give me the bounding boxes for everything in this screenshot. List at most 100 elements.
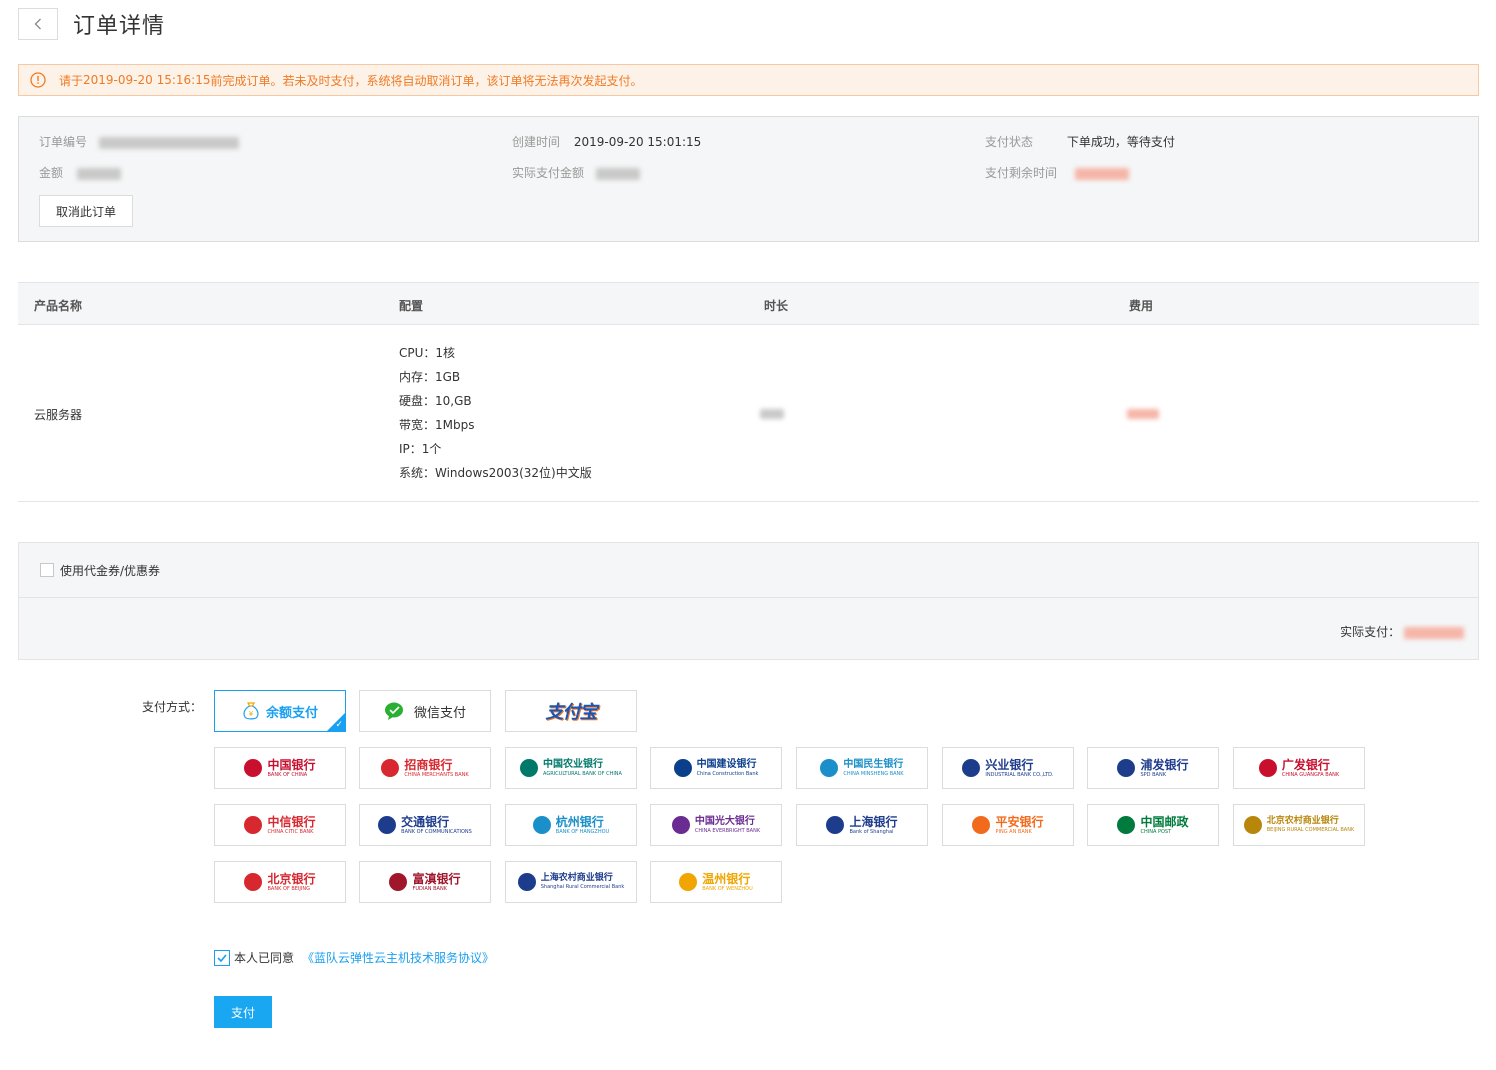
pay-option-alipay[interactable]: 支付宝 [505, 690, 637, 732]
chevron-left-icon [34, 18, 41, 30]
bank-option[interactable]: 温州银行 BANK OF WENZHOU [650, 861, 782, 903]
alert-deadline: 2019-09-20 15:16:15 [83, 73, 211, 87]
bank-name-en: PING AN BANK [995, 828, 1032, 835]
bank-name-en: BANK OF COMMUNICATIONS [401, 828, 472, 835]
bank-logo: 中国银行 BANK OF CHINA [244, 759, 316, 778]
bank-option[interactable]: 中国银行 BANK OF CHINA [214, 747, 346, 789]
bank-name-en: Bank of Shanghai [849, 828, 894, 835]
bank-emblem-icon [244, 873, 263, 891]
remaining-time-value-redacted [1074, 167, 1129, 180]
bank-emblem-icon [1258, 759, 1277, 777]
actual-pay-label: 实际支付： [1340, 625, 1401, 639]
bank-name-en: BANK OF HANGZHOU [555, 828, 610, 835]
product-name-cell: 云服务器 [34, 408, 83, 422]
bank-option[interactable]: 交通银行 BANK OF COMMUNICATIONS [359, 804, 491, 846]
bank-name-cn: 中国光大银行 [694, 815, 755, 827]
agreement-row: 本人已同意 《蓝队云弹性云主机技术服务协议》 [214, 949, 494, 966]
back-button[interactable] [18, 8, 58, 40]
agreement-checkbox[interactable] [214, 949, 230, 966]
bank-logo: 招商银行 CHINA MERCHANTS BANK [381, 759, 469, 778]
checkmark-icon [217, 953, 227, 962]
bank-logo: 中国农业银行 AGRICULTURAL BANK OF CHINA [520, 759, 622, 777]
pay-option-balance[interactable]: ¥ 余额支付 ✓ [214, 690, 346, 732]
bank-option[interactable]: 富滇银行 FUDIAN BANK [359, 861, 491, 903]
bank-emblem-icon [517, 873, 536, 891]
bank-names: 中国光大银行 CHINA EVERBRIGHT BANK [694, 815, 761, 834]
bank-option[interactable]: 中国邮政 CHINA POST [1087, 804, 1219, 846]
alert-prefix: 请于 [59, 73, 84, 88]
duration-value-redacted [760, 408, 784, 419]
bank-emblem-icon [389, 873, 408, 891]
bank-name-en: BANK OF BEIJING [267, 885, 310, 892]
bank-name-en: CHINA MINSHENG BANK [843, 770, 904, 777]
bank-option[interactable]: 杭州银行 BANK OF HANGZHOU [505, 804, 637, 846]
cancel-order-button[interactable]: 取消此订单 [39, 195, 133, 227]
bank-names: 平安银行 PING AN BANK [995, 816, 1043, 835]
coupon-row: 使用代金券/优惠券 [19, 543, 1478, 598]
bank-option[interactable]: 北京农村商业银行 BEIJING RURAL COMMERCIAL BANK [1233, 804, 1365, 846]
bank-name-cn: 温州银行 [702, 871, 751, 886]
agreement-link[interactable]: 《蓝队云弹性云主机技术服务协议》 [302, 949, 494, 966]
bank-emblem-icon [378, 816, 397, 834]
bank-names: 招商银行 CHINA MERCHANTS BANK [404, 759, 468, 778]
bank-logo: 浦发银行 SPD BANK [1117, 759, 1189, 778]
config-bandwidth: 带宽：1Mbps [399, 418, 475, 432]
bank-option[interactable]: 中国民生银行 CHINA MINSHENG BANK [796, 747, 928, 789]
bank-option[interactable]: 招商银行 CHINA MERCHANTS BANK [359, 747, 491, 789]
bank-option[interactable]: 中国建设银行 China Construction Bank [650, 747, 782, 789]
bank-emblem-icon [826, 816, 845, 834]
bank-option[interactable]: 中国光大银行 CHINA EVERBRIGHT BANK [650, 804, 782, 846]
bank-option[interactable]: 浦发银行 SPD BANK [1087, 747, 1219, 789]
config-cpu: CPU：1核 [399, 346, 456, 360]
bank-option[interactable]: 兴业银行 INDUSTRIAL BANK CO.,LTD. [942, 747, 1074, 789]
bank-option[interactable]: 上海农村商业银行 Shanghai Rural Commercial Bank [505, 861, 637, 903]
bank-name-cn: 中国建设银行 [696, 758, 757, 770]
bank-option[interactable]: 北京银行 BANK OF BEIJING [214, 861, 346, 903]
bank-name-en: AGRICULTURAL BANK OF CHINA [543, 770, 622, 777]
created-time-field: 创建时间 2019-09-20 15:01:15 [512, 133, 701, 150]
bank-emblem-icon [820, 759, 839, 777]
bank-option[interactable]: 上海银行 Bank of Shanghai [796, 804, 928, 846]
bank-name-en: BANK OF WENZHOU [702, 885, 753, 892]
bank-names: 中国民生银行 CHINA MINSHENG BANK [843, 759, 904, 777]
bank-name-en: China Construction Bank [696, 770, 759, 777]
order-no-label: 订单编号 [39, 135, 88, 149]
pay-status-value: 下单成功，等待支付 [1066, 135, 1175, 149]
bank-name-en: Shanghai Rural Commercial Bank [540, 884, 625, 890]
bank-names: 中国邮政 CHINA POST [1140, 816, 1188, 835]
alert-message: 前完成订单。若未及时支付，系统将自动取消订单，该订单将无法再次发起支付。 [210, 73, 643, 88]
bank-name-en: BEIJING RURAL COMMERCIAL BANK [1266, 827, 1355, 833]
bank-emblem-icon [520, 759, 539, 777]
actual-amount-value-redacted [595, 167, 640, 180]
bank-names: 中国银行 BANK OF CHINA [267, 759, 315, 778]
svg-text:¥: ¥ [249, 710, 254, 718]
bank-name-cn: 北京农村商业银行 [1266, 816, 1339, 826]
bank-option[interactable]: 中国农业银行 AGRICULTURAL BANK OF CHINA [505, 747, 637, 789]
alipay-logo: 支付宝 [545, 702, 598, 723]
bank-option[interactable]: 广发银行 CHINA GUANGFA BANK [1233, 747, 1365, 789]
bank-name-cn: 中国邮政 [1140, 814, 1189, 829]
bank-name-en: CHINA POST [1140, 828, 1172, 835]
bank-names: 富滇银行 FUDIAN BANK [412, 873, 460, 892]
bank-name-cn: 上海农村商业银行 [540, 873, 613, 883]
bank-emblem-icon [671, 816, 690, 834]
bank-logo: 交通银行 BANK OF COMMUNICATIONS [378, 816, 472, 835]
cost-cell [1127, 406, 1159, 420]
agreement-text: 本人已同意 [234, 951, 295, 965]
bank-logo: 兴业银行 INDUSTRIAL BANK CO.,LTD. [962, 759, 1054, 778]
coupon-checkbox[interactable] [40, 563, 54, 577]
bank-names: 上海银行 Bank of Shanghai [849, 816, 897, 835]
table-row: 云服务器 CPU：1核 内存：1GB 硬盘：10,GB 带宽：1Mbps IP：… [18, 325, 1479, 502]
amount-field: 金额 [39, 164, 121, 181]
bank-emblem-icon [381, 759, 400, 777]
cost-value-redacted [1127, 408, 1159, 419]
bank-logo: 中国建设银行 China Construction Bank [673, 758, 759, 777]
bank-option[interactable]: 平安银行 PING AN BANK [942, 804, 1074, 846]
bank-name-cn: 北京银行 [267, 871, 316, 886]
pay-submit-button[interactable]: 支付 [214, 996, 272, 1028]
bank-name-cn: 富滇银行 [412, 871, 461, 886]
bank-emblem-icon [1243, 816, 1262, 834]
pay-option-wechat[interactable]: 微信支付 [359, 690, 491, 732]
bank-option[interactable]: 中信银行 CHINA CITIC BANK [214, 804, 346, 846]
bank-name-en: CHINA EVERBRIGHT BANK [694, 827, 761, 834]
